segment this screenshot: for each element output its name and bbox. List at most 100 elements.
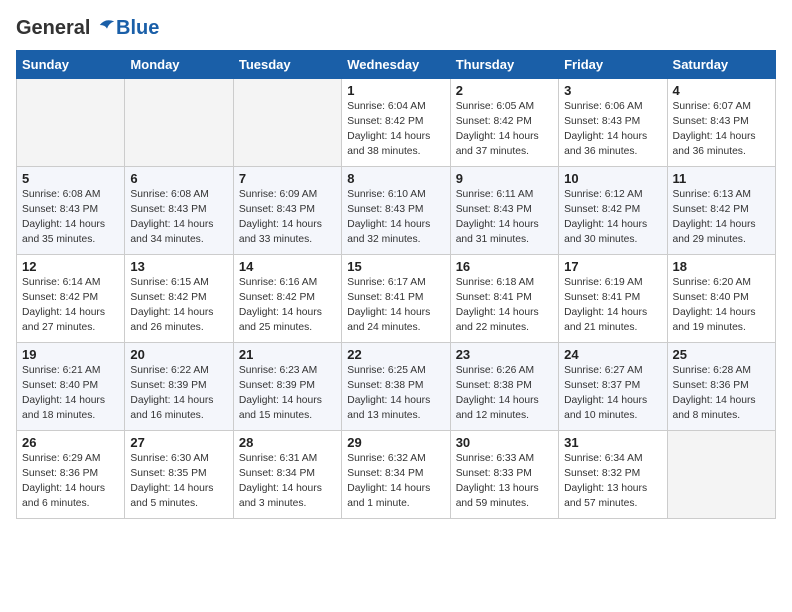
calendar-cell: 5 Sunrise: 6:08 AM Sunset: 8:43 PM Daylig… [17,167,125,255]
calendar-cell: 3 Sunrise: 6:06 AM Sunset: 8:43 PM Daylig… [559,79,667,167]
calendar-cell: 15 Sunrise: 6:17 AM Sunset: 8:41 PM Dayli… [342,255,450,343]
day-number: 5 [22,171,119,186]
day-number: 27 [130,435,227,450]
day-number: 9 [456,171,553,186]
calendar-cell: 2Sunrise: 6:05 AM Sunset: 8:42 PM Daylig… [450,79,558,167]
day-header-wednesday: Wednesday [342,51,450,79]
day-info: Sunrise: 6:32 AM Sunset: 8:34 PM Dayligh… [347,452,444,512]
day-number: 18 [673,259,770,274]
day-number: 15 [347,259,444,274]
day-info: Sunrise: 6:10 AM Sunset: 8:43 PM Dayligh… [347,188,444,248]
calendar-cell: 20 Sunrise: 6:22 AM Sunset: 8:39 PM Dayli… [125,343,233,431]
calendar-cell: 13 Sunrise: 6:15 AM Sunset: 8:42 PM Dayli… [125,255,233,343]
day-number: 1 [347,83,444,98]
day-number: 11 [673,171,770,186]
calendar-cell [125,79,233,167]
calendar-cell: 22 Sunrise: 6:25 AM Sunset: 8:38 PM Dayli… [342,343,450,431]
calendar-cell [667,431,775,519]
day-header-thursday: Thursday [450,51,558,79]
day-info: Sunrise: 6:16 AM Sunset: 8:42 PM Dayligh… [239,276,336,336]
day-info: Sunrise: 6:13 AM Sunset: 8:42 PM Dayligh… [673,188,770,248]
calendar-cell: 21 Sunrise: 6:23 AM Sunset: 8:39 PM Dayli… [233,343,341,431]
day-info: Sunrise: 6:14 AM Sunset: 8:42 PM Dayligh… [22,276,119,336]
calendar-cell: 12 Sunrise: 6:14 AM Sunset: 8:42 PM Dayli… [17,255,125,343]
day-info: Sunrise: 6:15 AM Sunset: 8:42 PM Dayligh… [130,276,227,336]
day-number: 29 [347,435,444,450]
calendar-cell: 26 Sunrise: 6:29 AM Sunset: 8:36 PM Dayli… [17,431,125,519]
day-number: 21 [239,347,336,362]
calendar-cell: 31 Sunrise: 6:34 AM Sunset: 8:32 PM Dayli… [559,431,667,519]
day-info: Sunrise: 6:05 AM Sunset: 8:42 PM Dayligh… [456,100,553,160]
day-info: Sunrise: 6:17 AM Sunset: 8:41 PM Dayligh… [347,276,444,336]
day-info: Sunrise: 6:08 AM Sunset: 8:43 PM Dayligh… [22,188,119,248]
day-info: Sunrise: 6:04 AM Sunset: 8:42 PM Dayligh… [347,100,444,160]
calendar-cell: 1 Sunrise: 6:04 AM Sunset: 8:42 PM Daylig… [342,79,450,167]
day-info: Sunrise: 6:30 AM Sunset: 8:35 PM Dayligh… [130,452,227,512]
day-info: Sunrise: 6:23 AM Sunset: 8:39 PM Dayligh… [239,364,336,424]
day-info: Sunrise: 6:09 AM Sunset: 8:43 PM Dayligh… [239,188,336,248]
calendar-cell [17,79,125,167]
logo-blue-text: Blue [116,17,159,40]
day-info: Sunrise: 6:31 AM Sunset: 8:34 PM Dayligh… [239,452,336,512]
day-header-saturday: Saturday [667,51,775,79]
page-header: General Blue [16,16,776,40]
day-info: Sunrise: 6:29 AM Sunset: 8:36 PM Dayligh… [22,452,119,512]
calendar-cell: 24 Sunrise: 6:27 AM Sunset: 8:37 PM Dayli… [559,343,667,431]
day-number: 31 [564,435,661,450]
day-info: Sunrise: 6:21 AM Sunset: 8:40 PM Dayligh… [22,364,119,424]
day-number: 12 [22,259,119,274]
day-number: 8 [347,171,444,186]
calendar-cell: 18 Sunrise: 6:20 AM Sunset: 8:40 PM Dayli… [667,255,775,343]
day-info: Sunrise: 6:25 AM Sunset: 8:38 PM Dayligh… [347,364,444,424]
day-info: Sunrise: 6:07 AM Sunset: 8:43 PM Dayligh… [673,100,770,160]
day-info: Sunrise: 6:34 AM Sunset: 8:32 PM Dayligh… [564,452,661,512]
day-number: 26 [22,435,119,450]
calendar-cell: 6Sunrise: 6:08 AM Sunset: 8:43 PM Daylig… [125,167,233,255]
week-row-5: 26 Sunrise: 6:29 AM Sunset: 8:36 PM Dayli… [17,431,776,519]
day-number: 17 [564,259,661,274]
day-number: 24 [564,347,661,362]
days-header-row: SundayMondayTuesdayWednesdayThursdayFrid… [17,51,776,79]
day-number: 28 [239,435,336,450]
calendar-cell: 25Sunrise: 6:28 AM Sunset: 8:36 PM Dayli… [667,343,775,431]
day-number: 20 [130,347,227,362]
calendar-cell: 19 Sunrise: 6:21 AM Sunset: 8:40 PM Dayli… [17,343,125,431]
day-header-sunday: Sunday [17,51,125,79]
day-header-friday: Friday [559,51,667,79]
day-info: Sunrise: 6:19 AM Sunset: 8:41 PM Dayligh… [564,276,661,336]
day-number: 13 [130,259,227,274]
day-number: 3 [564,83,661,98]
logo: General Blue [16,16,159,40]
calendar-cell: 7Sunrise: 6:09 AM Sunset: 8:43 PM Daylig… [233,167,341,255]
calendar-cell: 11 Sunrise: 6:13 AM Sunset: 8:42 PM Dayli… [667,167,775,255]
calendar-table: SundayMondayTuesdayWednesdayThursdayFrid… [16,50,776,519]
day-number: 10 [564,171,661,186]
day-info: Sunrise: 6:18 AM Sunset: 8:41 PM Dayligh… [456,276,553,336]
day-info: Sunrise: 6:08 AM Sunset: 8:43 PM Dayligh… [130,188,227,248]
calendar-cell: 4Sunrise: 6:07 AM Sunset: 8:43 PM Daylig… [667,79,775,167]
day-info: Sunrise: 6:20 AM Sunset: 8:40 PM Dayligh… [673,276,770,336]
calendar-cell: 23 Sunrise: 6:26 AM Sunset: 8:38 PM Dayli… [450,343,558,431]
week-row-1: 1 Sunrise: 6:04 AM Sunset: 8:42 PM Daylig… [17,79,776,167]
week-row-3: 12 Sunrise: 6:14 AM Sunset: 8:42 PM Dayli… [17,255,776,343]
week-row-2: 5 Sunrise: 6:08 AM Sunset: 8:43 PM Daylig… [17,167,776,255]
day-number: 14 [239,259,336,274]
day-header-monday: Monday [125,51,233,79]
day-info: Sunrise: 6:27 AM Sunset: 8:37 PM Dayligh… [564,364,661,424]
day-info: Sunrise: 6:26 AM Sunset: 8:38 PM Dayligh… [456,364,553,424]
day-info: Sunrise: 6:22 AM Sunset: 8:39 PM Dayligh… [130,364,227,424]
calendar-cell: 14 Sunrise: 6:16 AM Sunset: 8:42 PM Dayli… [233,255,341,343]
calendar-cell: 28 Sunrise: 6:31 AM Sunset: 8:34 PM Dayli… [233,431,341,519]
day-number: 22 [347,347,444,362]
day-number: 19 [22,347,119,362]
day-number: 16 [456,259,553,274]
calendar-cell: 27 Sunrise: 6:30 AM Sunset: 8:35 PM Dayli… [125,431,233,519]
day-info: Sunrise: 6:06 AM Sunset: 8:43 PM Dayligh… [564,100,661,160]
calendar-cell: 8 Sunrise: 6:10 AM Sunset: 8:43 PM Daylig… [342,167,450,255]
day-number: 25 [673,347,770,362]
logo-general-text: General [16,17,90,39]
calendar-cell: 10Sunrise: 6:12 AM Sunset: 8:42 PM Dayli… [559,167,667,255]
calendar-cell: 29 Sunrise: 6:32 AM Sunset: 8:34 PM Dayli… [342,431,450,519]
logo-bird-icon [98,16,116,34]
day-number: 23 [456,347,553,362]
